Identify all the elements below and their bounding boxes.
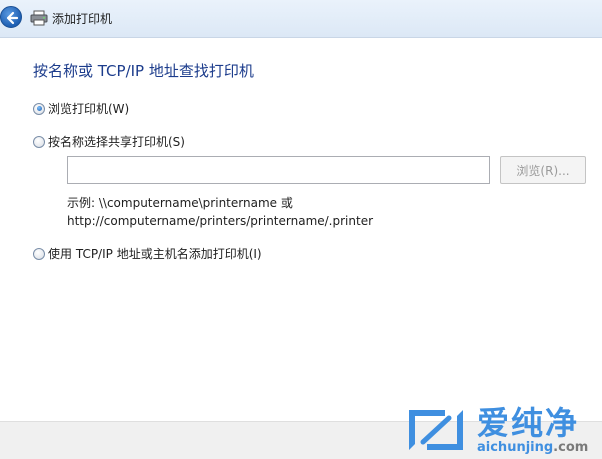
radio-label: 使用 TCP/IP 地址或主机名添加打印机(I) (48, 247, 262, 261)
example-line-2: http://computername/printers/printername… (67, 214, 374, 228)
title-bar: 添加打印机 (0, 0, 602, 38)
watermark-url-tld: .com (553, 440, 589, 455)
watermark-url-main: aichunjing (477, 440, 554, 455)
radio-button-checked[interactable] (33, 102, 45, 115)
window-title: 添加打印机 (52, 12, 113, 26)
watermark-logo-icon (409, 410, 463, 450)
radio-tcpip-hostname[interactable]: 使用 TCP/IP 地址或主机名添加打印机(I) (33, 245, 262, 262)
example-text: 示例: \\computername\printername 或 http://… (67, 194, 373, 230)
radio-button[interactable] (33, 247, 45, 260)
radio-label: 浏览打印机(W) (48, 102, 130, 116)
watermark-brand: 爱纯净 (477, 404, 580, 442)
browse-button[interactable]: 浏览(R)... (500, 156, 586, 184)
shared-printer-name-input[interactable] (67, 156, 490, 184)
printer-icon (30, 10, 48, 26)
watermark-url: aichunjing.com (477, 440, 588, 455)
radio-browse-printer[interactable]: 浏览打印机(W) (33, 100, 129, 117)
radio-button[interactable] (33, 135, 45, 148)
example-line-1: 示例: \\computername\printername 或 (67, 196, 293, 210)
back-arrow-icon (6, 11, 19, 25)
back-button[interactable] (0, 6, 22, 28)
radio-label: 按名称选择共享打印机(S) (48, 135, 185, 149)
radio-select-shared-printer[interactable]: 按名称选择共享打印机(S) (33, 133, 185, 150)
page-heading: 按名称或 TCP/IP 地址查找打印机 (33, 62, 254, 80)
watermark: 爱纯净 aichunjing.com (405, 398, 602, 459)
